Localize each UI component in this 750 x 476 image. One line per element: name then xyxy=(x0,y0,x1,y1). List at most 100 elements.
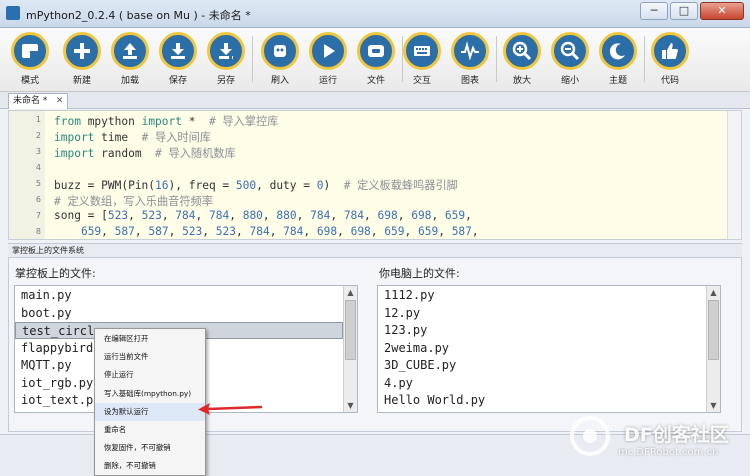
zoom-in-label: 放大 xyxy=(512,76,531,86)
download-icon xyxy=(171,43,185,59)
zoom-out-label: 缩小 xyxy=(560,76,579,86)
code-button[interactable]: 代码 xyxy=(646,32,694,86)
code-line: 6 # 定义数组，写入乐曲音符频率 xyxy=(9,192,741,208)
pc-list-scrollbar[interactable]: ▲ ▼ xyxy=(706,286,720,412)
file-list-item[interactable]: boot.py xyxy=(15,305,343,322)
file-list-item[interactable]: main.py xyxy=(15,287,343,304)
plotter-button[interactable]: 图表 xyxy=(446,32,494,86)
minimize-button[interactable]: ─ xyxy=(640,2,668,20)
file-list-item[interactable]: Hello World.py xyxy=(378,392,706,409)
context-menu-item[interactable]: 停止运行 xyxy=(95,366,205,384)
save-as-button[interactable]: 另存 xyxy=(202,32,250,86)
toolbar-divider xyxy=(644,36,645,82)
watermark-subtext: mc.DFRobot.com.cn xyxy=(618,447,719,458)
run-button[interactable]: 运行 xyxy=(304,32,352,86)
code-text: from mpython import * # 导入掌控库 xyxy=(54,115,279,128)
repl-label: 交互 xyxy=(412,76,431,86)
upload-icon xyxy=(123,43,137,59)
repl-button[interactable]: 交互 xyxy=(398,32,446,86)
file-list-item[interactable]: 123.py xyxy=(378,322,706,339)
theme-moon-icon xyxy=(609,43,625,60)
plotter-icon xyxy=(461,41,479,61)
file-list-item[interactable]: 12.py xyxy=(378,305,706,322)
code-line: 1 from mpython import * # 导入掌控库 xyxy=(9,112,741,128)
keyboard-icon xyxy=(414,46,430,56)
context-menu-item[interactable]: 删除，不可撤销 xyxy=(95,457,205,475)
pc-files-label: 你电脑上的文件: xyxy=(379,267,460,280)
tab-untitled[interactable]: 未命名 * ✕ xyxy=(8,93,69,109)
maximize-button[interactable]: □ xyxy=(670,2,698,20)
files-panel-title: 掌控板上的文件系统 xyxy=(12,246,84,255)
context-menu-item[interactable]: 运行当前文件 xyxy=(95,348,205,366)
close-button[interactable]: ✕ xyxy=(700,2,744,20)
line-number: 5 xyxy=(35,179,41,188)
code-line: 4 xyxy=(9,160,741,176)
board-files-label: 掌控板上的文件: xyxy=(15,267,96,280)
files-label: 文件 xyxy=(366,76,385,86)
code-label: 代码 xyxy=(660,76,679,86)
new-button[interactable]: 新建 xyxy=(58,32,106,86)
plotter-label: 图表 xyxy=(460,76,479,86)
context-menu-item[interactable]: 设为默认运行 xyxy=(95,402,205,421)
code-line: 3 import random # 导入随机数库 xyxy=(9,144,741,160)
zoom-out-button[interactable]: 缩小 xyxy=(546,32,594,86)
code-text: # 定义数组，写入乐曲音符频率 xyxy=(54,195,213,208)
editor-tab-bar: 未命名 * ✕ xyxy=(0,92,750,109)
flash-button[interactable]: 刷入 xyxy=(256,32,304,86)
red-arrow-annotation xyxy=(198,403,263,415)
code-text: buzz = PWM(Pin(16), freq = 500, duty = 0… xyxy=(54,179,458,192)
theme-button[interactable]: 主题 xyxy=(594,32,642,86)
toolbar-divider xyxy=(496,36,497,82)
code-editor[interactable]: 1 from mpython import * # 导入掌控库 2 import ti… xyxy=(8,110,742,240)
tab-label: 未命名 * xyxy=(13,96,48,106)
files-panel-tab[interactable]: 掌控板上的文件系统 xyxy=(8,243,742,257)
scroll-down-icon[interactable]: ▼ xyxy=(344,399,357,412)
line-number: 3 xyxy=(35,147,41,156)
code-line: 8 659, 587, 587, 523, 523, 784, 784, 698… xyxy=(9,224,741,239)
code-line: 7 song = [523, 523, 784, 784, 880, 880, 7… xyxy=(9,208,741,224)
code-text: 659, 587, 587, 523, 523, 784, 784, 698, … xyxy=(80,225,479,238)
context-menu-item[interactable]: 恢复固件，不可撤销 xyxy=(95,439,205,457)
save-as-icon xyxy=(219,43,233,59)
load-button[interactable]: 加载 xyxy=(106,32,154,86)
save-button[interactable]: 保存 xyxy=(154,32,202,86)
plus-icon xyxy=(74,43,90,59)
mode-label: 模式 xyxy=(20,76,39,86)
scroll-up-icon[interactable]: ▲ xyxy=(344,286,357,299)
mode-button[interactable]: 模式 xyxy=(6,32,54,86)
zoom-in-icon xyxy=(512,41,532,61)
tab-close-icon[interactable]: ✕ xyxy=(56,94,64,108)
context-menu-item[interactable]: 在编辑区打开 xyxy=(95,330,205,348)
app-icon xyxy=(6,6,20,20)
play-icon xyxy=(324,44,335,58)
context-menu-item[interactable]: 重命名 xyxy=(95,421,205,439)
file-list-item[interactable]: 4.py xyxy=(378,375,706,392)
title-bar: mPython2_0.2.4 ( base on Mu ) - 未命名 * ─ … xyxy=(0,0,750,28)
code-line: 2 import time # 导入时间库 xyxy=(9,128,741,144)
line-number: 6 xyxy=(35,195,41,204)
scroll-up-icon[interactable]: ▲ xyxy=(707,286,720,299)
files-button[interactable]: 文件 xyxy=(352,32,400,86)
file-list-item[interactable]: 1112.py xyxy=(378,287,706,304)
line-number: 8 xyxy=(35,227,41,236)
scroll-thumb[interactable] xyxy=(345,300,356,360)
file-list-item[interactable]: 2weima.py xyxy=(378,340,706,357)
scroll-thumb[interactable] xyxy=(708,300,719,360)
code-text: song = [523, 523, 784, 784, 880, 880, 78… xyxy=(54,209,472,222)
file-list-item[interactable]: 3D_CUBE.py xyxy=(378,357,706,374)
context-menu-item[interactable]: 写入基础库(mpython.py) xyxy=(95,385,205,403)
line-number: 1 xyxy=(35,115,41,124)
toolbar: 模式 新建 加载 保存 另存 刷入 运行 文件 交互 图表 放大 缩小 主题 代… xyxy=(0,28,750,92)
board-list-scrollbar[interactable]: ▲ ▼ xyxy=(343,286,357,412)
flash-label: 刷入 xyxy=(270,76,289,86)
theme-label: 主题 xyxy=(608,76,627,86)
line-number: 7 xyxy=(35,211,41,220)
flash-icon xyxy=(274,45,286,57)
window-controls: ─ □ ✕ xyxy=(640,2,744,20)
zoom-in-button[interactable]: 放大 xyxy=(498,32,546,86)
file-context-menu: 在编辑区打开 运行当前文件 停止运行 写入基础库(mpython.py) 设为默认运行重… xyxy=(94,328,206,476)
pc-file-list[interactable]: Hello_world.pyHello World.py4.py3D_CUBE.… xyxy=(377,285,721,413)
code-text: import time # 导入时间库 xyxy=(54,131,211,144)
run-label: 运行 xyxy=(318,76,337,86)
code-line: 5 buzz = PWM(Pin(16), freq = 500, duty = … xyxy=(9,176,741,192)
